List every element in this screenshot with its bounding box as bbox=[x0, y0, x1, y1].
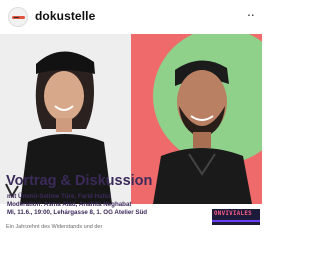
event-series-badge-text: ONVIVIALES bbox=[214, 211, 252, 217]
event-date-location-line: Mi, 11.6., 19:00, Lehárgasse 8, 1. OG At… bbox=[7, 209, 148, 216]
badge-stripe bbox=[212, 220, 260, 222]
event-series-badge: ONVIVIALES bbox=[212, 209, 260, 225]
post-media[interactable] bbox=[0, 34, 262, 266]
post-header: dokustelle ·· bbox=[0, 0, 262, 34]
post-caption-preview[interactable]: Ein Jahrzehnt des Widerstands und der bbox=[6, 224, 102, 230]
event-title: Vortrag & Diskussion bbox=[6, 173, 153, 189]
account-name[interactable]: dokustelle bbox=[35, 9, 95, 23]
event-moderation-line: Moderation: Asma Aiad, Anahita Neghabat bbox=[7, 201, 132, 208]
instagram-post-frame: dokustelle ·· Vortrag & Diskussion mit Ü… bbox=[0, 0, 262, 266]
event-speakers-line: mit Ümmü-Selime Türe, Farid Hafez bbox=[7, 193, 112, 200]
avatar-logo-mark-line bbox=[14, 17, 19, 18]
account-avatar[interactable] bbox=[8, 7, 28, 27]
more-options-icon[interactable]: ·· bbox=[247, 6, 255, 22]
